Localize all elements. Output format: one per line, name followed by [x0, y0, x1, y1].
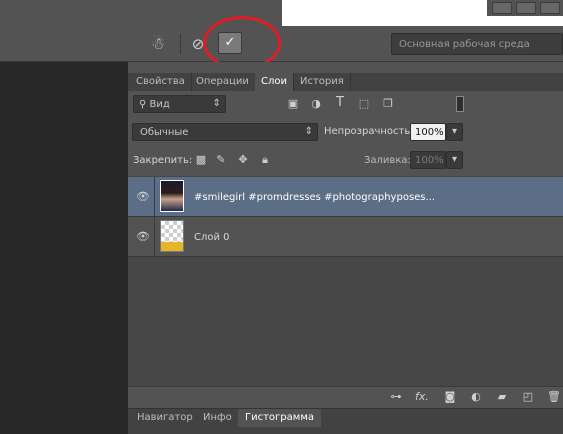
workspace-select[interactable]: Основная рабочая среда [391, 33, 563, 55]
fill-dropdown[interactable]: ▾ [446, 151, 463, 169]
puppet-warp-icon[interactable]: ☃ [148, 34, 168, 54]
thumbnail-content [161, 242, 183, 251]
close-button[interactable] [540, 2, 560, 14]
separator [180, 34, 181, 54]
minimize-button[interactable] [492, 2, 512, 14]
eye-icon[interactable]: 👁︎ [136, 191, 150, 202]
layer-thumbnail [160, 180, 184, 212]
chevron-updown-icon: ⇕ [212, 98, 221, 109]
new-group-icon[interactable]: ▰ [494, 390, 510, 404]
layer-row[interactable]: 👁︎ #smilegirl #promdresses #photographyp… [128, 177, 563, 217]
add-mask-icon[interactable]: ◙ [442, 390, 458, 404]
canvas-area [0, 62, 128, 434]
filter-kind-select[interactable]: ⚲ Вид ⇕ [133, 95, 226, 113]
new-layer-icon[interactable]: ◰ [520, 390, 536, 404]
tab-layers[interactable]: Слои [255, 73, 294, 91]
type-filter-icon[interactable]: T [333, 95, 347, 110]
trash-icon[interactable]: 🗑︎ [546, 390, 562, 404]
layer-name[interactable]: Слой 0 [194, 232, 230, 243]
opacity-label: Непрозрачность: [324, 126, 414, 137]
lock-pixels-brush-icon[interactable]: ✎ [215, 153, 227, 166]
tab-history[interactable]: История [294, 73, 351, 91]
layer-thumbnail [160, 220, 184, 252]
eye-icon[interactable]: 👁︎ [136, 231, 150, 242]
search-icon: ⚲ [139, 99, 147, 110]
opacity-input[interactable]: 100% [410, 123, 446, 141]
tab-navigator[interactable]: Навигатор [130, 409, 200, 427]
restore-button[interactable] [516, 2, 536, 14]
fill-input[interactable]: 100% [410, 151, 446, 169]
divider [154, 217, 155, 257]
fill-label: Заливка: [364, 155, 411, 166]
filter-kind-label: Вид [149, 99, 170, 110]
lock-label: Закрепить: [133, 155, 193, 166]
filter-toggle-switch[interactable] [456, 96, 464, 112]
link-layers-icon[interactable]: ⊶ [388, 390, 404, 404]
lock-transparency-icon[interactable]: ▩ [195, 153, 207, 166]
adjustment-layer-icon[interactable]: ◐ [468, 390, 484, 404]
layer-name[interactable]: #smilegirl #promdresses #photographypose… [194, 192, 435, 203]
tab-actions[interactable]: Операции [190, 73, 256, 91]
tab-info[interactable]: Инфо [196, 409, 239, 427]
opacity-dropdown[interactable]: ▾ [446, 123, 463, 141]
blend-mode-label: Обычные [140, 127, 189, 138]
layer-row[interactable]: 👁︎ Слой 0 [128, 217, 563, 257]
chevron-down-icon: ▾ [451, 154, 458, 165]
tab-properties[interactable]: Свойства [130, 73, 192, 91]
tab-histogram[interactable]: Гистограмма [238, 409, 321, 427]
chevron-updown-icon: ⇕ [304, 126, 313, 137]
shape-filter-icon[interactable]: ⬚ [357, 97, 371, 111]
divider [154, 177, 155, 217]
lock-all-icon[interactable]: 🔒︎ [259, 153, 271, 166]
chevron-down-icon: ▾ [451, 126, 458, 137]
lock-position-icon[interactable]: ✥ [237, 153, 249, 166]
smart-object-filter-icon[interactable]: ❐ [381, 97, 395, 111]
adjustment-filter-icon[interactable]: ◑ [309, 97, 323, 111]
blend-mode-select[interactable]: Обычные ⇕ [132, 123, 318, 141]
image-filter-icon[interactable]: ▣ [286, 97, 300, 111]
fx-icon[interactable]: fx. [414, 390, 430, 404]
